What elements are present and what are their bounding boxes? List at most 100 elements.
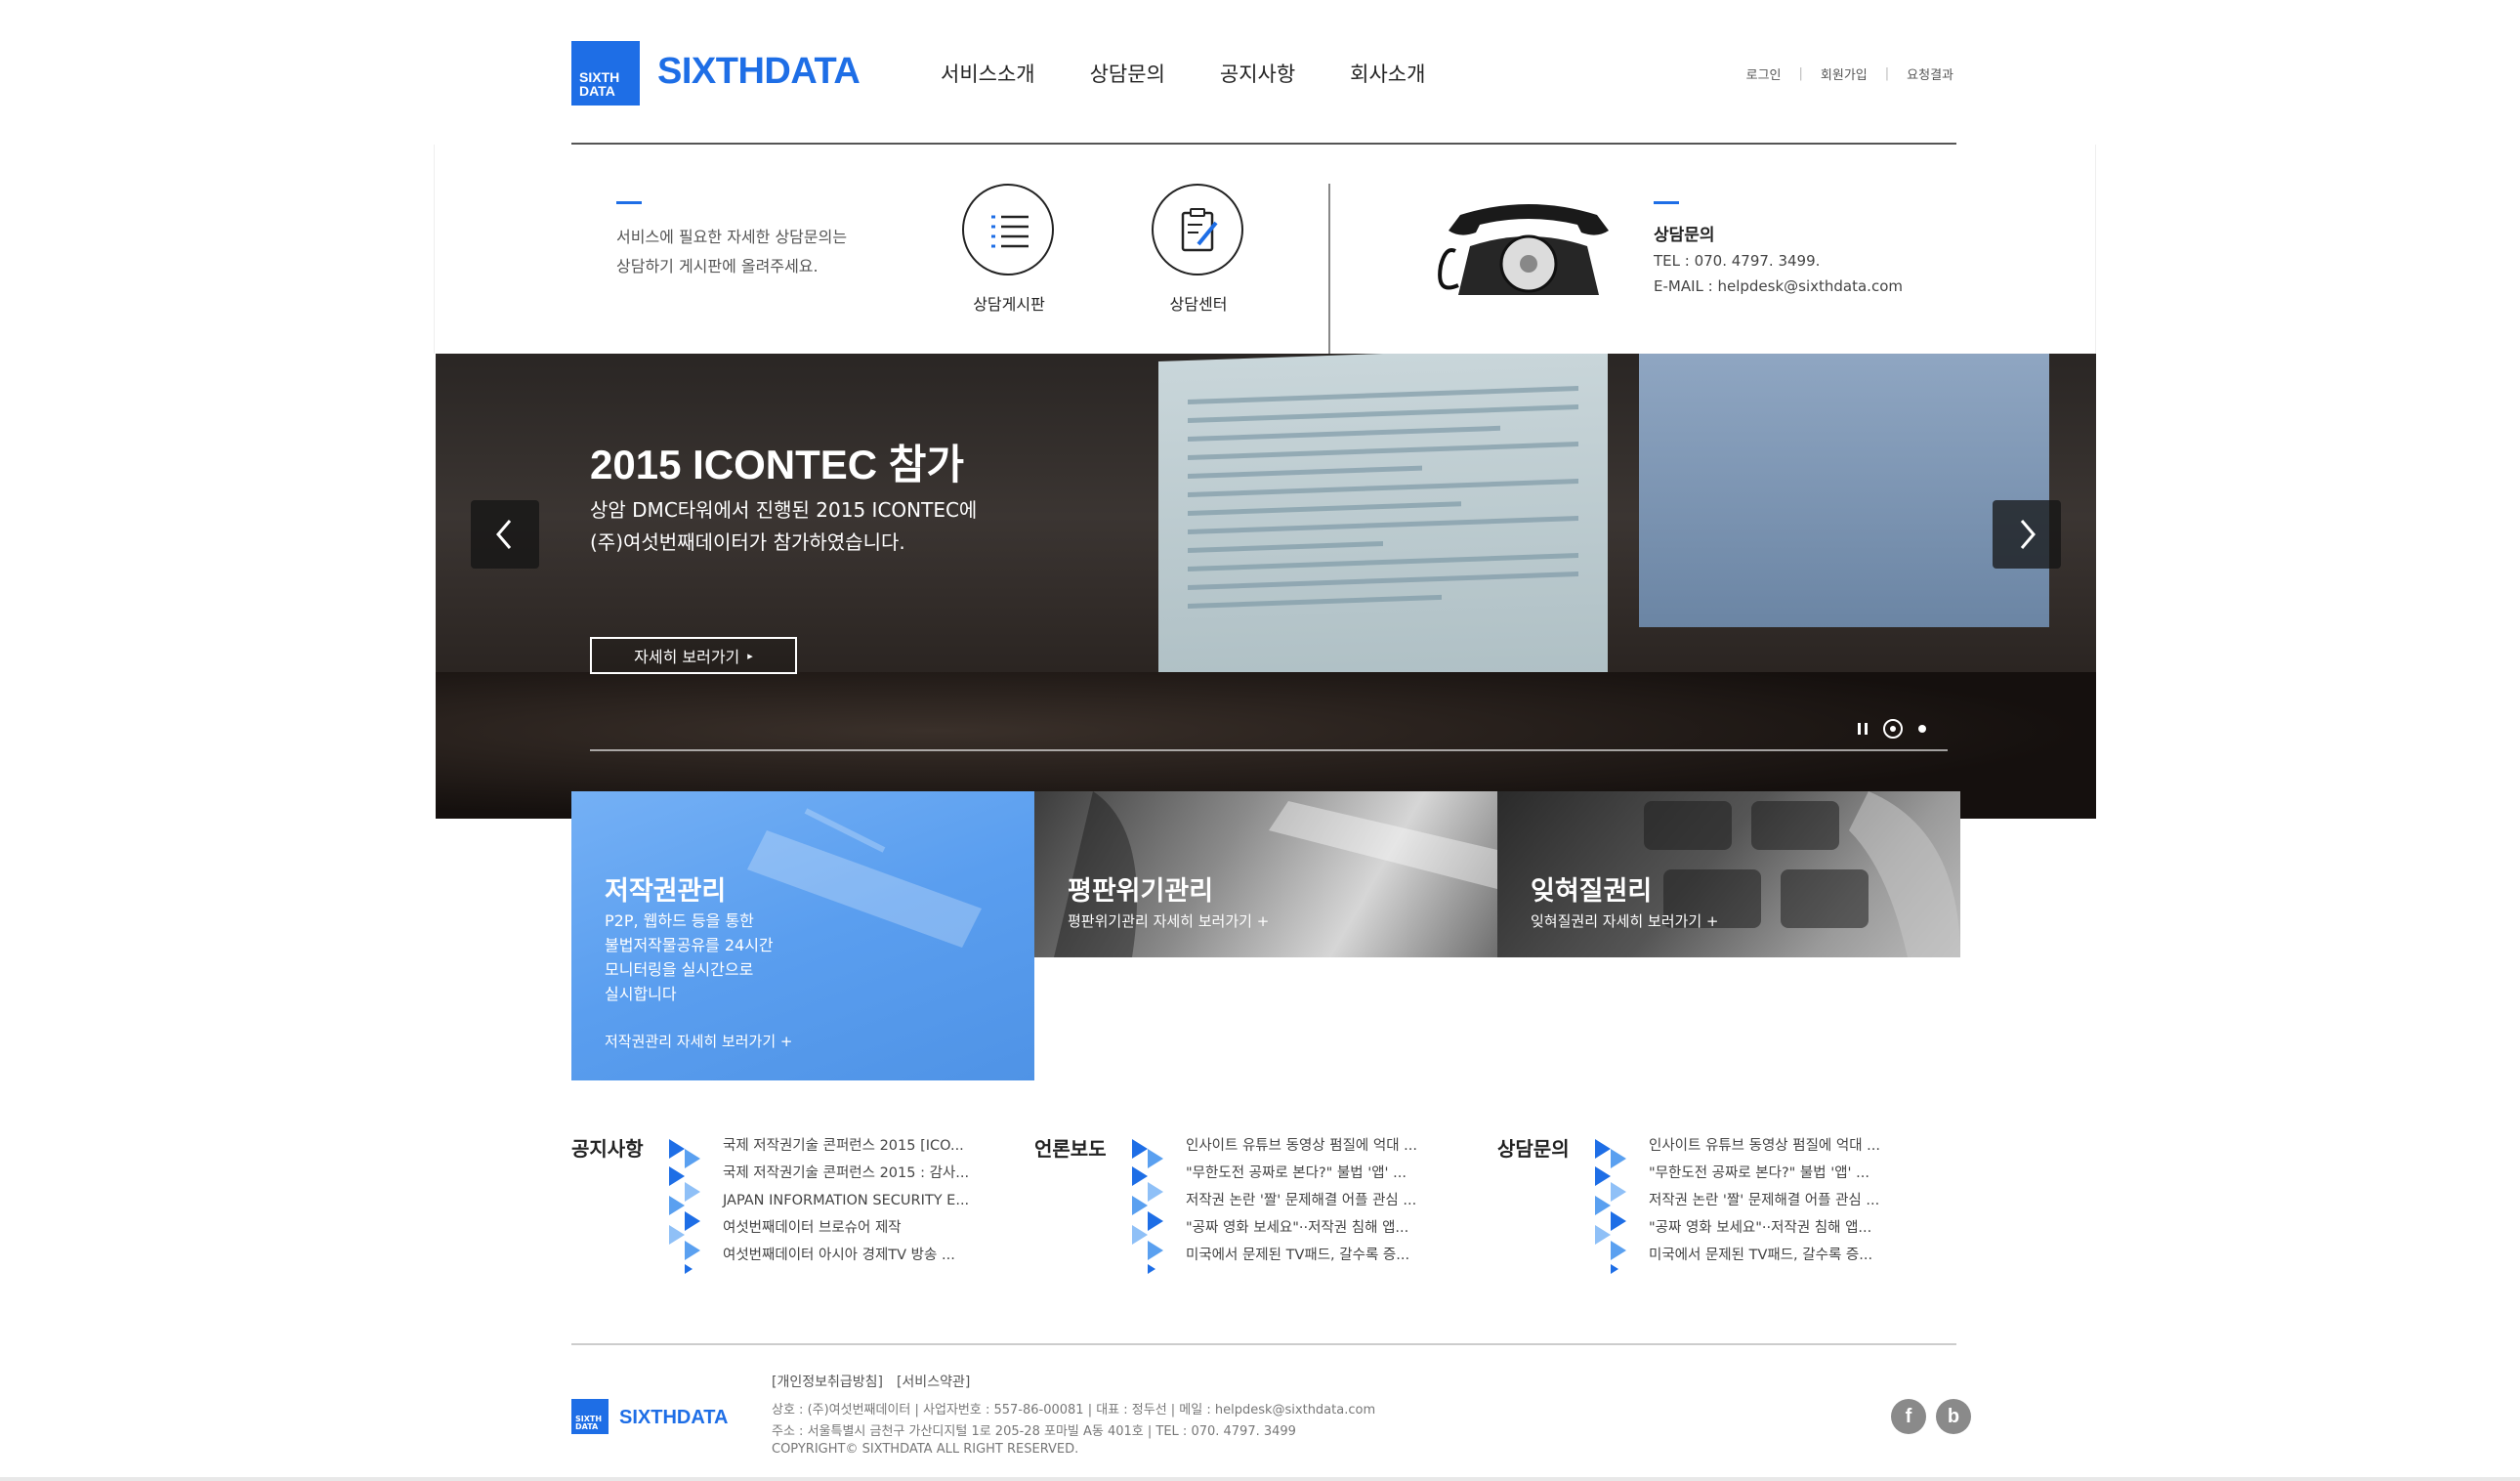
hero-subtitle: 상암 DMC타워에서 진행된 2015 ICONTEC에 (주)여섯번째데이터가… <box>590 494 1098 559</box>
consult-section: 서비스에 필요한 자세한 상담문의는 상담하기 게시판에 올려주세요. 상담게시… <box>434 145 2096 354</box>
list-item[interactable]: "공짜 영화 보세요"··저작권 침해 앱... <box>1186 1219 1417 1247</box>
hero-divider <box>590 749 1948 751</box>
footer-logo-badge-line2: DATA <box>575 1422 599 1431</box>
list-item[interactable]: 국제 저작권기술 콘퍼런스 2015 : 감사... <box>723 1164 969 1192</box>
clipboard-pencil-icon <box>1181 208 1218 252</box>
footer-copyright: COPYRIGHT© SIXTHDATA ALL RIGHT RESERVED. <box>772 1442 1079 1457</box>
tile-copyright-link[interactable]: 저작권관리 자세히 보러가기 + <box>605 1031 792 1051</box>
tile-copyright[interactable]: 저작권관리 P2P, 웹하드 등을 통한 불법저작물공유를 24시간 모니터링을… <box>571 791 1034 1080</box>
nav-notice[interactable]: 공지사항 <box>1220 59 1295 88</box>
footer-divider <box>571 1343 1956 1345</box>
main-nav: 서비스소개 상담문의 공지사항 회사소개 <box>941 59 1425 88</box>
consult-center-label[interactable]: 상담센터 <box>1130 291 1267 315</box>
presentation-screen <box>1158 354 1608 704</box>
contact-title: 상담문의 <box>1654 226 1715 245</box>
hero-slider: 2015 ICONTEC 참가 상암 DMC타워에서 진행된 2015 ICON… <box>436 354 2096 819</box>
triangle-pattern-icon <box>669 1139 700 1274</box>
hero-title: 2015 ICONTEC 참가 <box>590 442 965 487</box>
consult-board-button[interactable] <box>962 184 1054 275</box>
footer-logo-badge[interactable]: SIXTH DATA <box>571 1399 609 1434</box>
nav-consult[interactable]: 상담문의 <box>1090 59 1165 88</box>
hero-more-label: 자세히 보러가기 <box>634 648 740 666</box>
next-slide-button[interactable] <box>1993 500 2061 569</box>
slide-dot-active[interactable] <box>1883 719 1903 739</box>
footer-company-info: 상호 : (주)여섯번째데이터 | 사업자번호 : 557-86-00081 |… <box>772 1403 1376 1418</box>
list-item[interactable]: 저작권 논란 '짤' 문제해결 어플 관심 ... <box>1186 1192 1417 1219</box>
list-item[interactable]: "무한도전 공짜로 본다?" 불법 '앱' ... <box>1186 1164 1417 1192</box>
consult-desc-line2: 상담하기 게시판에 올려주세요. <box>616 257 819 275</box>
login-link[interactable]: 로그인 <box>1746 64 1782 83</box>
vertical-divider <box>1328 184 1330 354</box>
footer-links: [개인정보취급방침] [서비스약관] <box>772 1372 970 1391</box>
tile-copyright-desc-line: P2P, 웹하드 등을 통한 <box>605 911 754 930</box>
separator: | <box>1884 66 1890 81</box>
logo-wordmark[interactable]: SIXTHDATA <box>657 51 861 93</box>
list-item[interactable]: 저작권 논란 '짤' 문제해결 어플 관심 ... <box>1649 1192 1880 1219</box>
nav-service[interactable]: 서비스소개 <box>941 59 1035 88</box>
hero-more-button[interactable]: 자세히 보러가기 ▸ <box>590 637 797 674</box>
triangle-pattern-icon <box>1595 1139 1626 1274</box>
speaker-screen <box>1639 354 2049 627</box>
logo-badge-line1: SIXTH <box>579 69 620 85</box>
slide-dot[interactable] <box>1918 725 1926 733</box>
board-consult-list: 인사이트 유튜브 동영상 펌질에 억대 ... "무한도전 공짜로 본다?" 불… <box>1649 1137 1880 1274</box>
utility-links: 로그인 | 회원가입 | 요청결과 <box>1746 64 1953 83</box>
tile-reputation-link[interactable]: 평판위기관리 자세히 보러가기 + <box>1068 910 1269 931</box>
rotary-phone-image <box>1438 204 1609 295</box>
list-item[interactable]: JAPAN INFORMATION SECURITY E... <box>723 1192 969 1219</box>
board-notice-title[interactable]: 공지사항 <box>571 1133 644 1162</box>
prev-slide-button[interactable] <box>471 500 539 569</box>
consult-description: 서비스에 필요한 자세한 상담문의는 상담하기 게시판에 올려주세요. <box>616 223 909 281</box>
accent-dash <box>1654 201 1679 204</box>
list-item[interactable]: "공짜 영화 보세요"··저작권 침해 앱... <box>1649 1219 1880 1247</box>
tile-forgotten-title: 잊혀질권리 <box>1531 876 1653 907</box>
slider-controls <box>1858 719 1926 739</box>
chevron-right-icon <box>2020 520 2036 549</box>
pause-icon[interactable] <box>1858 723 1868 735</box>
board-consult-title[interactable]: 상담문의 <box>1497 1133 1570 1162</box>
tile-reputation[interactable]: 평판위기관리 평판위기관리 자세히 보러가기 + <box>1034 791 1497 957</box>
logo-badge-line2: DATA <box>579 83 615 99</box>
logo-badge[interactable]: SIXTH DATA <box>571 41 640 106</box>
board-press-list: 인사이트 유튜브 동영상 펌질에 억대 ... "무한도전 공짜로 본다?" 불… <box>1186 1137 1417 1274</box>
list-item[interactable]: 인사이트 유튜브 동영상 펌질에 억대 ... <box>1186 1137 1417 1164</box>
contact-email[interactable]: E-MAIL : helpdesk@sixthdata.com <box>1654 277 1903 295</box>
blog-icon[interactable]: b <box>1936 1399 1971 1434</box>
list-item[interactable]: 미국에서 문제된 TV패드, 갈수록 증... <box>1186 1247 1417 1274</box>
list-item[interactable]: 인사이트 유튜브 동영상 펌질에 억대 ... <box>1649 1137 1880 1164</box>
privacy-policy-link[interactable]: [개인정보취급방침] <box>772 1372 883 1391</box>
tile-copyright-desc-line: 불법저작물공유를 24시간 <box>605 936 774 954</box>
page-bottom-rule <box>0 1477 2520 1481</box>
hero-sub-line2: (주)여섯번째데이터가 참가하였습니다. <box>590 530 905 554</box>
accent-dash <box>616 201 642 204</box>
consult-center-button[interactable] <box>1152 184 1243 275</box>
request-result-link[interactable]: 요청결과 <box>1907 64 1953 83</box>
chevron-left-icon <box>496 520 512 549</box>
nav-company[interactable]: 회사소개 <box>1350 59 1425 88</box>
list-icon <box>991 215 1029 248</box>
facebook-icon[interactable]: f <box>1891 1399 1926 1434</box>
signup-link[interactable]: 회원가입 <box>1821 64 1868 83</box>
triangle-pattern-icon <box>1132 1139 1163 1274</box>
terms-link[interactable]: [서비스약관] <box>897 1372 970 1391</box>
consult-board-label[interactable]: 상담게시판 <box>941 291 1077 315</box>
site-header: SIXTH DATA SIXTHDATA 서비스소개 상담문의 공지사항 회사소… <box>571 37 1953 115</box>
list-item[interactable]: "무한도전 공짜로 본다?" 불법 '앱' ... <box>1649 1164 1880 1192</box>
hero-sub-line1: 상암 DMC타워에서 진행된 2015 ICONTEC에 <box>590 498 978 522</box>
contact-tel: TEL : 070. 4797. 3499. <box>1654 252 1821 270</box>
list-item[interactable]: 미국에서 문제된 TV패드, 갈수록 증... <box>1649 1247 1880 1274</box>
footer-logo-wordmark[interactable]: SIXTHDATA <box>619 1407 728 1429</box>
tile-copyright-desc-line: 실시합니다 <box>605 985 677 1003</box>
tile-forgotten-link[interactable]: 잊혀질권리 자세히 보러가기 + <box>1531 910 1718 931</box>
list-item[interactable]: 국제 저작권기술 콘퍼런스 2015 [ICO... <box>723 1137 969 1164</box>
tile-copyright-desc-line: 모니터링을 실시간으로 <box>605 960 754 979</box>
tile-reputation-title: 평판위기관리 <box>1068 876 1214 907</box>
separator: | <box>1798 66 1803 81</box>
tile-forgotten[interactable]: 잊혀질권리 잊혀질권리 자세히 보러가기 + <box>1497 791 1960 957</box>
play-arrow-icon: ▸ <box>747 649 753 662</box>
list-item[interactable]: 여섯번째데이터 브로슈어 제작 <box>723 1219 969 1247</box>
board-notice-list: 국제 저작권기술 콘퍼런스 2015 [ICO... 국제 저작권기술 콘퍼런스… <box>723 1137 969 1274</box>
list-item[interactable]: 여섯번째데이터 아시아 경제TV 방송 ... <box>723 1247 969 1274</box>
board-press-title[interactable]: 언론보도 <box>1034 1133 1107 1162</box>
consult-desc-line1: 서비스에 필요한 자세한 상담문의는 <box>616 228 848 246</box>
